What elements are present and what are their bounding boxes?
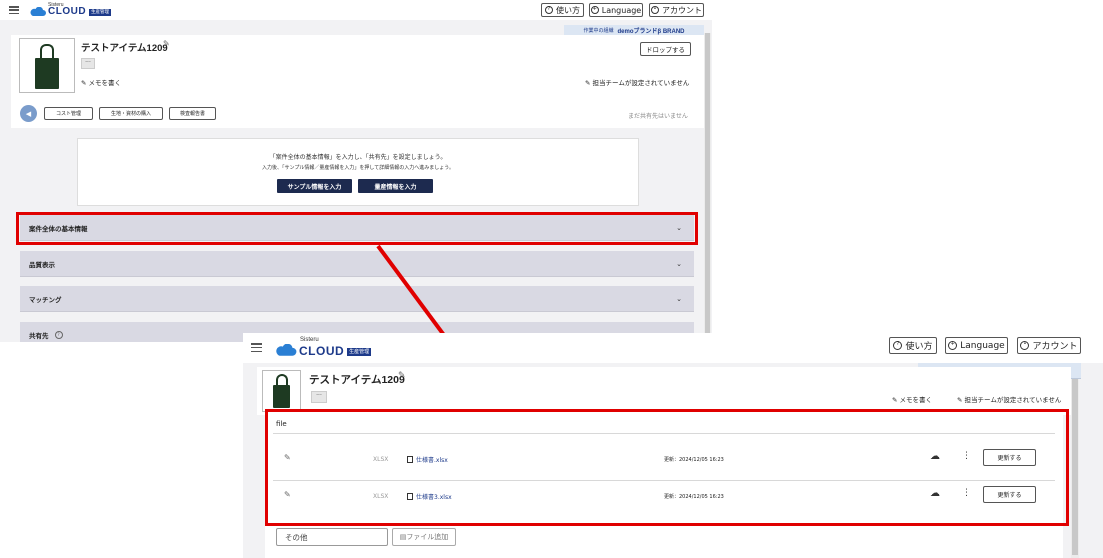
language-button[interactable]: + Language [945,337,1008,354]
menu-icon[interactable] [251,343,262,352]
item-thumbnail[interactable] [262,370,301,412]
bag-handle [276,374,288,385]
question-icon: ? [893,341,903,350]
assign-team-link[interactable]: ✎ 担当チームが設定されていません [957,394,1061,404]
help-button[interactable]: ? 使い方 [889,337,937,354]
other-file-input[interactable]: その他 [276,528,388,546]
logo-small-text: Sisteru [300,337,319,343]
scrollbar[interactable] [1071,363,1079,558]
logo-text: CLOUD [299,344,345,358]
memo-label: メモを書く [899,396,933,404]
screenshot-file-section: Sisteru CLOUD 生産管理 ? 使い方 + Language • アカウント… [243,333,1103,558]
edit-title-icon[interactable]: ✎ [398,371,406,381]
add-file-label: ファイル追加 [406,533,449,541]
highlight-box-files [265,409,1069,526]
pencil-icon: ✎ [892,396,900,404]
add-file-button[interactable]: ▤ ファイル追加 [392,528,456,546]
team-label: 担当チームが設定されていません [964,396,1062,404]
more-options-button[interactable]: ··· [311,391,327,403]
logo-badge: 生産管理 [347,348,372,356]
user-icon: • [1020,341,1030,350]
top-bar: Sisteru CLOUD 生産管理 ? 使い方 + Language • アカウント [243,333,1103,363]
language-label: Language [960,340,1005,351]
app-logo[interactable]: Sisteru CLOUD 生産管理 [275,337,372,358]
globe-icon: + [948,341,958,350]
write-memo-link[interactable]: ✎ メモを書く [892,394,932,404]
pencil-icon: ✎ [957,396,965,404]
help-label: 使い方 [905,342,933,352]
cloud-logo-icon [276,344,297,356]
account-label: アカウント [1032,342,1078,352]
attach-icon: ▤ [399,533,407,541]
item-header-card: テストアイテム1209 ✎ ··· ✎ メモを書く ✎ 担当チームが設定されてい… [257,367,1071,415]
tote-bag-image [273,385,290,408]
account-button[interactable]: • アカウント [1017,337,1081,354]
item-title: テストアイテム1209 [309,374,405,386]
